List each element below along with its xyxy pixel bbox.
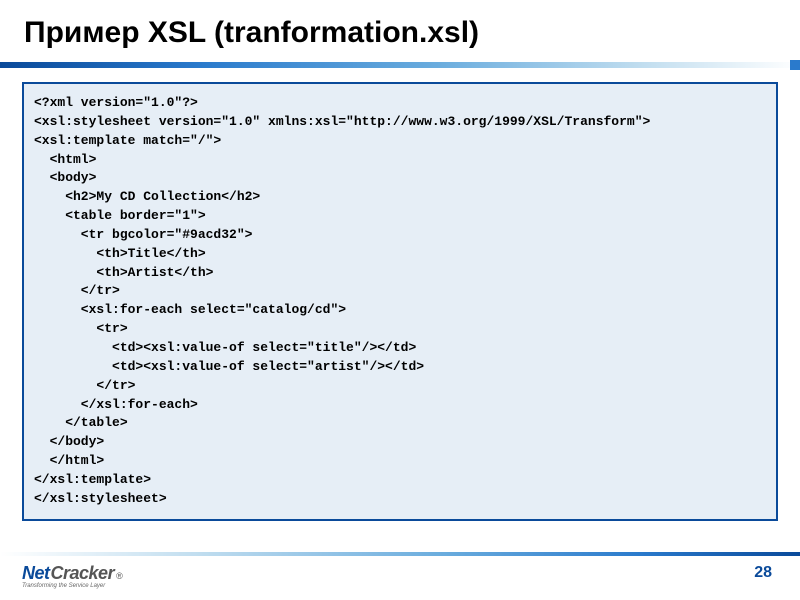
code-line: </body> <box>34 434 104 449</box>
code-line: </html> <box>34 453 104 468</box>
title-underline <box>0 62 800 68</box>
code-line: <th>Title</th> <box>34 246 206 261</box>
code-line: </tr> <box>34 378 135 393</box>
footer: NetCracker® Transforming the Service Lay… <box>0 552 800 600</box>
code-line: <td><xsl:value-of select="artist"/></td> <box>34 359 424 374</box>
logo-net-text: Net <box>22 563 50 584</box>
code-line: <xsl:for-each select="catalog/cd"> <box>34 302 346 317</box>
page-number: 28 <box>754 564 772 582</box>
code-line: <xsl:stylesheet version="1.0" xmlns:xsl=… <box>34 114 650 129</box>
code-line: <body> <box>34 170 96 185</box>
code-block: <?xml version="1.0"?> <xsl:stylesheet ve… <box>22 82 778 521</box>
code-line: <th>Artist</th> <box>34 265 213 280</box>
code-line: <table border="1"> <box>34 208 206 223</box>
underline-endcap-icon <box>790 60 800 70</box>
code-line: <td><xsl:value-of select="title"/></td> <box>34 340 416 355</box>
registered-icon: ® <box>116 571 123 581</box>
logo-tagline: Transforming the Service Layer <box>22 583 105 589</box>
code-line: <tr bgcolor="#9acd32"> <box>34 227 252 242</box>
code-line: <xsl:template match="/"> <box>34 133 221 148</box>
slide-title: Пример XSL (tranformation.xsl) <box>0 0 800 62</box>
code-line: <tr> <box>34 321 128 336</box>
code-line: </tr> <box>34 283 120 298</box>
code-line: <h2>My CD Collection</h2> <box>34 189 260 204</box>
code-line: </xsl:stylesheet> <box>34 491 167 506</box>
code-line: </xsl:template> <box>34 472 151 487</box>
netcracker-logo: NetCracker® Transforming the Service Lay… <box>22 563 123 584</box>
logo-cracker-text: Cracker <box>51 563 115 584</box>
code-line: </xsl:for-each> <box>34 397 198 412</box>
code-line: </table> <box>34 415 128 430</box>
code-line: <html> <box>34 152 96 167</box>
code-line: <?xml version="1.0"?> <box>34 95 198 110</box>
